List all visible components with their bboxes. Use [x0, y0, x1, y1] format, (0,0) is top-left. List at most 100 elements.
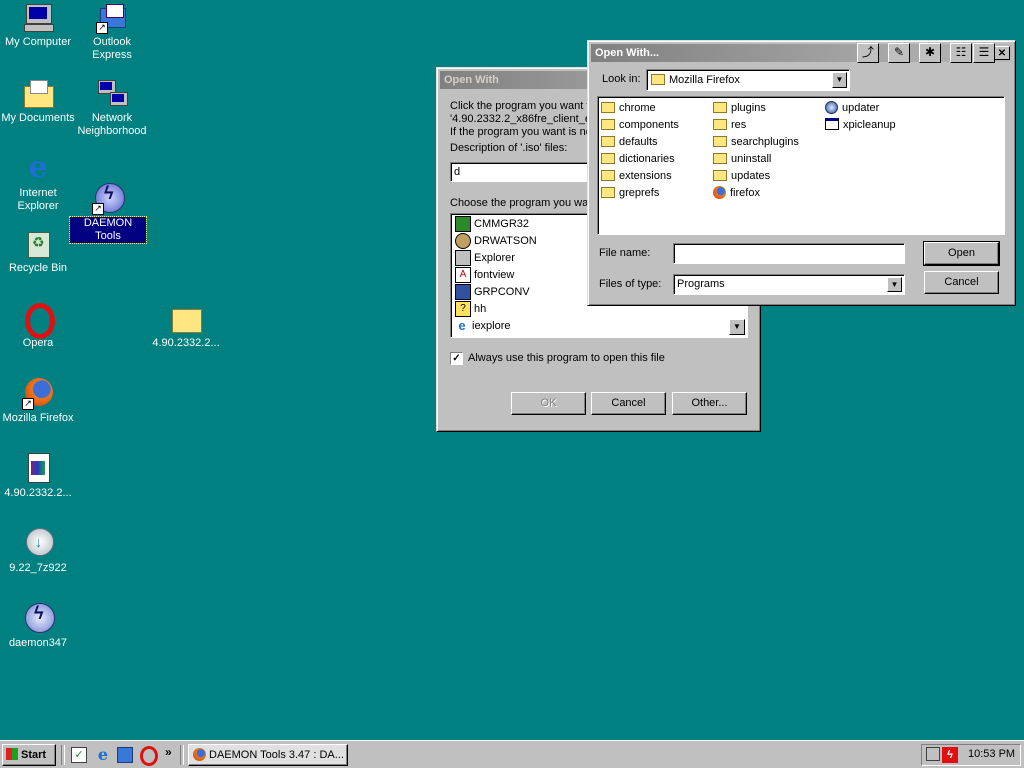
program-list-item[interactable]: ? hh — [455, 301, 486, 318]
quick-launch-chevron[interactable]: » — [165, 745, 172, 759]
close-button[interactable]: ✕ — [994, 46, 1010, 60]
opera-icon[interactable] — [140, 746, 158, 766]
details-view-icon: ☰ — [978, 45, 990, 59]
desktop-icon-label: My Computer — [4, 36, 72, 48]
file-list-item-folder[interactable]: greprefs — [601, 185, 659, 201]
explorer-icon — [455, 250, 471, 267]
archive-file-icon — [22, 453, 54, 485]
program-list-item[interactable]: Explorer — [455, 250, 515, 267]
file-list-item-folder[interactable]: res — [713, 117, 746, 133]
desktop-icon-label: Network Neighborhood — [77, 112, 147, 137]
file-dialog-title: Open With... ? ✕ — [591, 44, 1012, 62]
open-button[interactable]: Open — [923, 241, 1000, 266]
recycle-bin-icon: ♻ — [22, 228, 54, 260]
desktop-icon-folder[interactable]: 4.90.2332.2... — [148, 303, 224, 350]
help-icon: ? — [455, 301, 471, 318]
program-list-item[interactable]: DRWATSON — [455, 233, 537, 250]
look-in-combo[interactable]: Mozilla Firefox ▼ — [646, 69, 850, 91]
desktop-icon-my-computer[interactable]: My Computer — [0, 2, 76, 49]
always-use-label: Always use this program to open this fil… — [468, 352, 665, 364]
up-one-level-button[interactable]: ⤴ — [857, 43, 879, 63]
taskbar: Start ✓ e » DAEMON Tools 3.47 : DA... ϟ … — [0, 740, 1024, 768]
file-list-item-program[interactable]: firefox — [713, 185, 760, 201]
file-name-label: File name: — [599, 247, 651, 259]
desktop-icon-opera[interactable]: Opera — [0, 303, 76, 350]
file-open-dialog: Open With... ? ✕ Look in: Mozilla Firefo… — [587, 40, 1016, 306]
cancel-button[interactable]: Cancel — [924, 271, 999, 294]
desktop-icon-mozilla-firefox[interactable]: ↗ Mozilla Firefox — [0, 378, 76, 425]
file-list-item-folder[interactable]: dictionaries — [601, 151, 675, 167]
scroll-down-button[interactable]: ▼ — [729, 319, 745, 335]
chevron-down-icon[interactable]: ▼ — [832, 72, 847, 88]
new-folder-icon: ✱ — [924, 45, 936, 59]
system-tray: ϟ 10:53 PM — [921, 744, 1021, 766]
new-folder-button[interactable]: ✱ — [919, 43, 941, 63]
desktop-icon-daemon-tools[interactable]: ϟ ↗ DAEMON Tools — [69, 183, 147, 244]
choose-program-label: Choose the program you wan — [450, 197, 595, 209]
file-list-item-folder[interactable]: searchplugins — [713, 134, 799, 150]
clock[interactable]: 10:53 PM — [968, 748, 1015, 760]
file-list-item-folder[interactable]: uninstall — [713, 151, 771, 167]
file-list-item-folder[interactable]: plugins — [713, 100, 766, 116]
instruction-text-1: Click the program you want to — [450, 100, 596, 112]
daemon-tools-icon: ϟ — [22, 603, 55, 635]
folder-icon — [713, 169, 727, 181]
desktop-icon-network-neighborhood[interactable]: Network Neighborhood — [74, 78, 150, 138]
details-view-button[interactable]: ☰ — [973, 43, 995, 63]
start-button[interactable]: Start — [2, 744, 56, 766]
network-tray-icon[interactable] — [926, 747, 940, 761]
program-list-item[interactable]: e iexplore — [455, 318, 510, 334]
folder-icon — [601, 135, 615, 147]
daemon-tools-tray-icon[interactable]: ϟ — [942, 747, 958, 763]
program-list-item[interactable]: CMMGR32 — [455, 216, 529, 233]
desktop-icon-archive-file[interactable]: 4.90.2332.2... — [0, 453, 76, 500]
folder-icon — [651, 73, 665, 85]
file-list-item-folder[interactable]: chrome — [601, 100, 656, 116]
desktop-icon-7zip-installer[interactable]: ↓ 9.22_7z922 — [0, 528, 76, 575]
program-list-item[interactable]: Afontview — [455, 267, 514, 284]
show-desktop-icon[interactable]: ✓ — [71, 747, 87, 763]
internet-explorer-icon[interactable]: e — [94, 746, 112, 764]
files-of-type-combo[interactable]: Programs ▼ — [673, 274, 905, 295]
folder-icon — [601, 152, 615, 164]
drwatson-icon — [455, 233, 471, 250]
file-name-input[interactable] — [673, 243, 905, 264]
other-button[interactable]: Other... — [672, 392, 747, 415]
desktop-icon-my-documents[interactable]: My Documents — [0, 78, 76, 125]
firefox-icon: ↗ — [22, 378, 54, 410]
firefox-icon — [193, 747, 206, 761]
list-view-button[interactable]: ☷ — [950, 43, 972, 63]
always-use-checkbox[interactable]: ✓ — [450, 352, 463, 365]
cancel-button[interactable]: Cancel — [591, 392, 666, 415]
ok-button[interactable]: OK — [511, 392, 586, 415]
desktop-shortcut-button[interactable]: ✎ — [888, 43, 910, 63]
desktop-icon: ✎ — [893, 45, 905, 59]
file-list-item-folder[interactable]: components — [601, 117, 679, 133]
taskbar-task-daemon-tools[interactable]: DAEMON Tools 3.47 : DA... — [188, 744, 348, 766]
fontview-icon: A — [455, 267, 471, 284]
program-list-item[interactable]: GRPCONV — [455, 284, 530, 301]
desktop-icon-outlook-express[interactable]: ↗ Outlook Express — [74, 2, 150, 62]
file-list-item-program[interactable]: updater — [825, 100, 879, 116]
desktop-icon-label: DAEMON Tools — [69, 216, 147, 244]
desktop-icon-recycle-bin[interactable]: ♻ Recycle Bin — [0, 228, 76, 275]
folder-icon — [713, 118, 727, 130]
desktop-icon-label: daemon347 — [8, 637, 68, 649]
file-list[interactable]: chrome components defaults dictionaries … — [597, 96, 1005, 235]
file-list-item-folder[interactable]: defaults — [601, 134, 658, 150]
desktop-icon-daemon347[interactable]: ϟ daemon347 — [0, 603, 76, 650]
outlook-express-icon[interactable] — [117, 747, 133, 763]
network-icon — [96, 78, 128, 110]
application-window-icon — [825, 118, 839, 131]
documents-folder-icon — [22, 78, 54, 110]
windows-logo-icon — [6, 748, 18, 761]
file-list-item-program[interactable]: xpicleanup — [825, 117, 896, 133]
look-in-label: Look in: — [602, 73, 641, 85]
desktop-icon-internet-explorer[interactable]: e Internet Explorer — [0, 153, 76, 213]
chevron-down-icon[interactable]: ▼ — [887, 277, 902, 292]
daemon-tools-icon: ϟ ↗ — [92, 183, 125, 215]
file-list-item-folder[interactable]: extensions — [601, 168, 672, 184]
taskbar-divider — [61, 745, 65, 765]
folder-icon — [713, 152, 727, 164]
file-list-item-folder[interactable]: updates — [713, 168, 770, 184]
